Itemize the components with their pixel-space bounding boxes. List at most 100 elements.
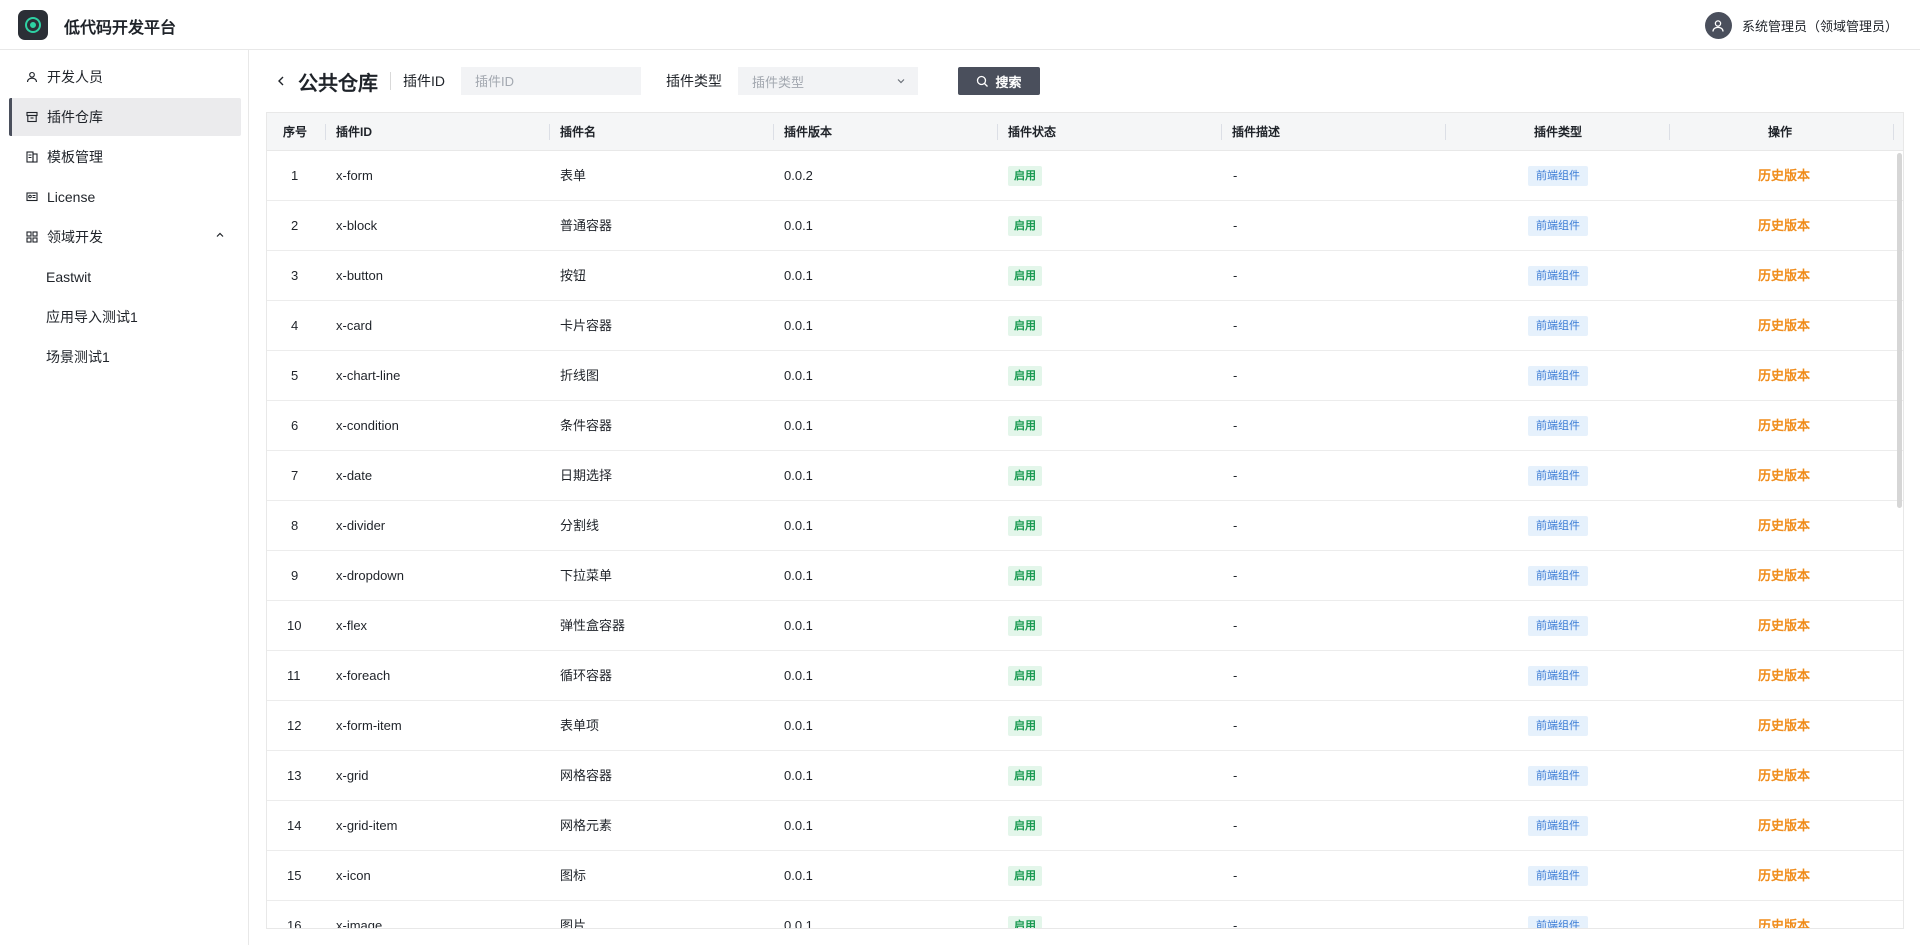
user-menu[interactable]: 系统管理员（领域管理员） bbox=[1704, 12, 1898, 39]
user-icon bbox=[1712, 19, 1725, 32]
cell-plugin-id: x-date bbox=[336, 468, 373, 483]
sidebar-item-label: Eastwit bbox=[46, 269, 92, 285]
type-badge: 前端组件 bbox=[1528, 416, 1588, 436]
sidebar-subitem-scene-test[interactable]: 场景测试1 bbox=[9, 338, 241, 376]
plugin-type-label: 插件类型 bbox=[666, 73, 722, 89]
status-badge: 启用 bbox=[1008, 216, 1042, 236]
history-version-link[interactable]: 历史版本 bbox=[1758, 251, 1810, 301]
sidebar-item-label: License bbox=[47, 189, 96, 205]
history-version-link[interactable]: 历史版本 bbox=[1758, 351, 1810, 401]
sidebar-item-developers[interactable]: 开发人员 bbox=[9, 58, 241, 96]
grid-icon bbox=[25, 230, 39, 244]
sidebar-item-templates[interactable]: 模板管理 bbox=[9, 138, 241, 176]
sidebar-item-license[interactable]: License bbox=[9, 178, 241, 216]
cell-index: 2 bbox=[291, 218, 299, 233]
cell-plugin-id: x-grid bbox=[336, 768, 369, 783]
sidebar-item-domain-dev[interactable]: 领域开发 bbox=[9, 218, 241, 256]
status-badge: 启用 bbox=[1008, 816, 1042, 836]
cell-version: 0.0.1 bbox=[784, 268, 813, 283]
column-divider[interactable] bbox=[1221, 124, 1222, 140]
chevron-up-icon[interactable] bbox=[215, 230, 225, 240]
vertical-scrollbar[interactable] bbox=[1897, 153, 1902, 508]
status-badge: 启用 bbox=[1008, 266, 1042, 286]
sidebar-item-plugin-repo[interactable]: 插件仓库 bbox=[9, 98, 241, 136]
back-button[interactable] bbox=[272, 71, 290, 91]
type-badge: 前端组件 bbox=[1528, 266, 1588, 286]
cell-plugin-name: 图标 bbox=[560, 868, 587, 883]
history-version-link[interactable]: 历史版本 bbox=[1758, 801, 1810, 851]
sidebar-item-label: 插件仓库 bbox=[47, 109, 103, 125]
divider bbox=[390, 72, 391, 90]
column-header-plugin-name: 插件名 bbox=[560, 125, 597, 139]
cell-version: 0.0.1 bbox=[784, 518, 813, 533]
sidebar-item-label: 领域开发 bbox=[47, 229, 103, 245]
type-badge: 前端组件 bbox=[1528, 616, 1588, 636]
cell-index: 1 bbox=[291, 168, 299, 183]
history-version-link[interactable]: 历史版本 bbox=[1758, 751, 1810, 801]
table-header: 序号 插件ID 插件名 插件版本 插件状态 插件描述 插件类型 操作 bbox=[267, 113, 1903, 151]
history-version-link[interactable]: 历史版本 bbox=[1758, 651, 1810, 701]
cell-index: 6 bbox=[291, 418, 299, 433]
history-version-link[interactable]: 历史版本 bbox=[1758, 901, 1810, 928]
history-version-link[interactable]: 历史版本 bbox=[1758, 551, 1810, 601]
sidebar-subitem-app-import-test[interactable]: 应用导入测试1 bbox=[9, 298, 241, 336]
cell-index: 4 bbox=[291, 318, 299, 333]
history-version-link[interactable]: 历史版本 bbox=[1758, 601, 1810, 651]
table-row: 3 x-button 按钮 0.0.1 启用 - 前端组件 历史版本 bbox=[267, 251, 1903, 301]
column-divider[interactable] bbox=[1893, 124, 1894, 140]
status-badge: 启用 bbox=[1008, 616, 1042, 636]
table-row: 13 x-grid 网格容器 0.0.1 启用 - 前端组件 历史版本 bbox=[267, 751, 1903, 801]
cell-plugin-id: x-card bbox=[336, 318, 373, 333]
status-badge: 启用 bbox=[1008, 516, 1042, 536]
table-row: 7 x-date 日期选择 0.0.1 启用 - 前端组件 历史版本 bbox=[267, 451, 1903, 501]
type-badge: 前端组件 bbox=[1528, 666, 1588, 686]
status-badge: 启用 bbox=[1008, 166, 1042, 186]
sidebar: 开发人员 插件仓库 模板管理 License 领域开发 Eastwit 应用导入… bbox=[0, 50, 249, 945]
history-version-link[interactable]: 历史版本 bbox=[1758, 701, 1810, 751]
history-version-link[interactable]: 历史版本 bbox=[1758, 451, 1810, 501]
type-badge: 前端组件 bbox=[1528, 766, 1588, 786]
sidebar-subitem-eastwit[interactable]: Eastwit bbox=[9, 258, 241, 296]
plugin-id-input[interactable] bbox=[461, 67, 641, 95]
cell-plugin-name: 卡片容器 bbox=[560, 318, 613, 333]
status-badge: 启用 bbox=[1008, 916, 1042, 928]
column-divider[interactable] bbox=[1445, 124, 1446, 140]
history-version-link[interactable]: 历史版本 bbox=[1758, 201, 1810, 251]
status-badge: 启用 bbox=[1008, 466, 1042, 486]
cell-description: - bbox=[1233, 718, 1238, 733]
table-row: 14 x-grid-item 网格元素 0.0.1 启用 - 前端组件 历史版本 bbox=[267, 801, 1903, 851]
plugin-type-select[interactable]: 插件类型 bbox=[738, 67, 918, 95]
column-divider[interactable] bbox=[1669, 124, 1670, 140]
history-version-link[interactable]: 历史版本 bbox=[1758, 851, 1810, 901]
cell-version: 0.0.1 bbox=[784, 768, 813, 783]
app-logo[interactable] bbox=[18, 10, 48, 40]
history-version-link[interactable]: 历史版本 bbox=[1758, 401, 1810, 451]
cell-plugin-name: 分割线 bbox=[560, 518, 600, 533]
history-version-link[interactable]: 历史版本 bbox=[1758, 151, 1810, 201]
cell-version: 0.0.1 bbox=[784, 368, 813, 383]
cell-index: 3 bbox=[291, 268, 299, 283]
search-button[interactable]: 搜索 bbox=[958, 67, 1040, 95]
cell-version: 0.0.1 bbox=[784, 218, 813, 233]
cell-version: 0.0.1 bbox=[784, 668, 813, 683]
column-divider[interactable] bbox=[997, 124, 998, 140]
column-divider[interactable] bbox=[325, 124, 326, 140]
cell-index: 12 bbox=[287, 718, 302, 733]
history-version-link[interactable]: 历史版本 bbox=[1758, 301, 1810, 351]
cell-plugin-name: 图片 bbox=[560, 918, 587, 929]
cell-plugin-id: x-block bbox=[336, 218, 378, 233]
cell-description: - bbox=[1233, 168, 1238, 183]
type-badge: 前端组件 bbox=[1528, 166, 1588, 186]
page-title: 公共仓库 bbox=[298, 72, 378, 95]
column-divider[interactable] bbox=[549, 124, 550, 140]
history-version-link[interactable]: 历史版本 bbox=[1758, 501, 1810, 551]
type-badge: 前端组件 bbox=[1528, 566, 1588, 586]
column-divider[interactable] bbox=[773, 124, 774, 140]
cell-index: 10 bbox=[287, 618, 302, 633]
cell-plugin-id: x-foreach bbox=[336, 668, 391, 683]
cell-plugin-id: x-divider bbox=[336, 518, 386, 533]
cell-index: 13 bbox=[287, 768, 302, 783]
type-badge: 前端组件 bbox=[1528, 866, 1588, 886]
type-badge: 前端组件 bbox=[1528, 366, 1588, 386]
top-header: 低代码开发平台 系统管理员（领域管理员） bbox=[0, 0, 1920, 50]
